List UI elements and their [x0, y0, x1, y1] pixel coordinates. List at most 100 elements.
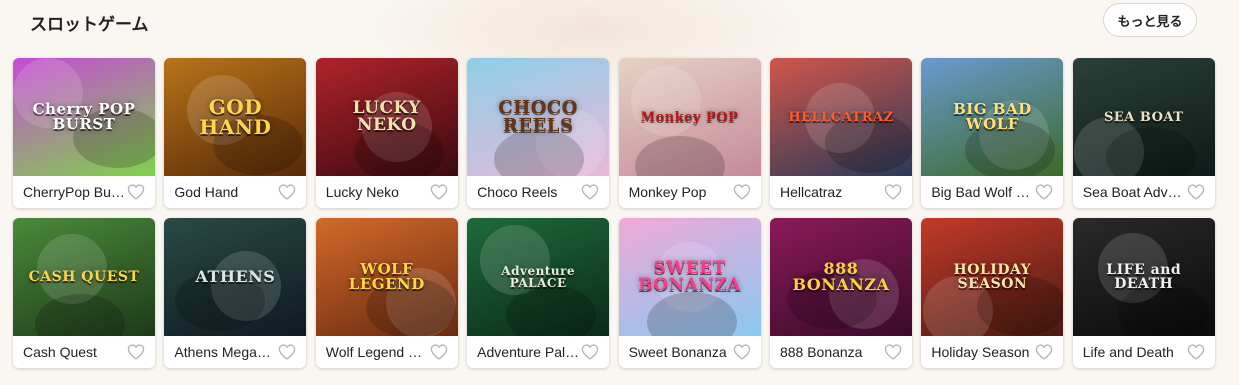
game-artwork-title: Monkey POP	[640, 109, 739, 125]
game-artwork-title: HOLIDAY SEASON	[953, 262, 1032, 292]
game-card[interactable]: Cherry POP BURST CherryPop Bu…	[13, 58, 155, 208]
favorite-heart-icon[interactable]	[733, 184, 751, 200]
section-header: スロットゲーム もっと見る	[0, 0, 1239, 44]
favorite-heart-icon[interactable]	[733, 344, 751, 360]
game-card-footer: Wolf Legend …	[316, 336, 458, 368]
game-artwork-title: Adventure PALACE	[501, 264, 576, 290]
game-artwork-title: HELLCATRAZ	[788, 109, 894, 125]
favorite-heart-icon[interactable]	[1187, 184, 1205, 200]
game-name: Sweet Bonanza	[628, 344, 727, 360]
game-artwork-title: GOD HAND	[199, 95, 272, 139]
game-card[interactable]: 888 BONANZA 888 Bonanza	[769, 218, 912, 368]
game-grid: Cherry POP BURST CherryPop Bu… GOD HAND God…	[13, 58, 1215, 368]
game-card-footer: Holiday Season	[921, 336, 1063, 368]
game-card-footer: Cash Quest	[13, 336, 155, 368]
favorite-heart-icon[interactable]	[1187, 344, 1205, 360]
game-card[interactable]: CHOCO REELS Choco Reels	[467, 58, 610, 208]
game-thumbnail[interactable]: LUCKY NEKO	[315, 58, 458, 176]
game-name: God Hand	[174, 184, 239, 200]
game-card-footer: Big Bad Wolf …	[921, 176, 1063, 208]
game-artwork-title: LUCKY NEKO	[352, 98, 421, 135]
game-name: Wolf Legend …	[325, 344, 423, 360]
game-name: Adventure Pal…	[477, 344, 580, 360]
game-card-footer: 888 Bonanza	[770, 336, 912, 368]
game-artwork-title: BIG BAD WOLF	[953, 100, 1032, 133]
favorite-heart-icon[interactable]	[1035, 184, 1053, 200]
game-thumbnail[interactable]: SEA BOAT	[1072, 58, 1215, 176]
game-thumbnail[interactable]: ATHENS	[164, 218, 307, 336]
game-card-footer: CherryPop Bu…	[13, 176, 155, 208]
artwork-shadow	[646, 292, 737, 336]
favorite-heart-icon[interactable]	[581, 184, 599, 200]
game-name: 888 Bonanza	[779, 344, 863, 360]
game-card[interactable]: LIFE and DEATH Life and Death	[1072, 218, 1215, 368]
game-card-footer: Monkey Pop	[619, 176, 761, 208]
favorite-heart-icon[interactable]	[127, 184, 145, 200]
game-card[interactable]: CASH QUEST Cash Quest	[13, 218, 155, 368]
artwork-shadow	[35, 294, 125, 336]
favorite-heart-icon[interactable]	[278, 344, 296, 360]
game-artwork-title: CHOCO REELS	[498, 97, 578, 136]
game-thumbnail[interactable]: GOD HAND	[164, 58, 307, 176]
game-thumbnail[interactable]: HELLCATRAZ	[769, 58, 912, 176]
game-thumbnail[interactable]: LIFE and DEATH	[1072, 218, 1215, 336]
see-more-button[interactable]: もっと見る	[1103, 3, 1197, 37]
favorite-heart-icon[interactable]	[430, 344, 448, 360]
game-card-footer: Choco Reels	[467, 176, 609, 208]
artwork-shadow	[506, 285, 597, 336]
game-card-footer: Athens Mega…	[164, 336, 306, 368]
favorite-heart-icon[interactable]	[278, 184, 296, 200]
game-card[interactable]: ATHENS Athens Mega…	[164, 218, 307, 368]
favorite-heart-icon[interactable]	[430, 184, 448, 200]
game-artwork-title: 888 BONANZA	[792, 259, 890, 294]
game-artwork-title: CASH QUEST	[28, 269, 140, 285]
game-card[interactable]: Monkey POP Monkey Pop	[618, 58, 761, 208]
game-name: Lucky Neko	[325, 184, 399, 200]
game-thumbnail[interactable]: Adventure PALACE	[467, 218, 610, 336]
game-card-footer: Sweet Bonanza	[619, 336, 761, 368]
game-card[interactable]: LUCKY NEKO Lucky Neko	[315, 58, 458, 208]
game-thumbnail[interactable]: Monkey POP	[618, 58, 761, 176]
game-card[interactable]: WOLF LEGEND Wolf Legend …	[315, 218, 458, 368]
game-artwork-title: ATHENS	[195, 267, 276, 286]
game-name: Sea Boat Adv…	[1082, 184, 1182, 200]
game-card-footer: Lucky Neko	[316, 176, 458, 208]
game-card[interactable]: GOD HAND God Hand	[164, 58, 307, 208]
artwork-glow	[630, 66, 701, 136]
game-thumbnail[interactable]: Cherry POP BURST	[13, 58, 155, 176]
game-card[interactable]: BIG BAD WOLF Big Bad Wolf …	[921, 58, 1064, 208]
artwork-shadow	[1105, 127, 1196, 176]
favorite-heart-icon[interactable]	[581, 344, 599, 360]
game-card[interactable]: SWEET BONANZA Sweet Bonanza	[618, 218, 761, 368]
game-card-footer: Hellcatraz	[770, 176, 912, 208]
favorite-heart-icon[interactable]	[127, 344, 145, 360]
section-title: スロットゲーム	[30, 15, 149, 34]
game-card-footer: Adventure Pal…	[467, 336, 609, 368]
artwork-shadow	[634, 136, 725, 176]
game-name: Cash Quest	[23, 344, 97, 360]
favorite-heart-icon[interactable]	[1035, 344, 1053, 360]
game-name: Hellcatraz	[779, 184, 843, 200]
game-card-footer: God Hand	[164, 176, 306, 208]
game-card[interactable]: HELLCATRAZ Hellcatraz	[769, 58, 912, 208]
game-card[interactable]: HOLIDAY SEASON Holiday Season	[921, 218, 1064, 368]
game-name: Athens Mega…	[174, 344, 271, 360]
game-thumbnail[interactable]: CASH QUEST	[13, 218, 155, 336]
game-name: Monkey Pop	[628, 184, 707, 200]
favorite-heart-icon[interactable]	[884, 184, 902, 200]
game-name: Big Bad Wolf …	[931, 184, 1030, 200]
game-name: Choco Reels	[477, 184, 558, 200]
game-thumbnail[interactable]: HOLIDAY SEASON	[921, 218, 1064, 336]
game-thumbnail[interactable]: WOLF LEGEND	[315, 218, 458, 336]
game-name: Life and Death	[1082, 344, 1174, 360]
game-card[interactable]: SEA BOAT Sea Boat Adv…	[1072, 58, 1215, 208]
game-thumbnail[interactable]: 888 BONANZA	[769, 218, 912, 336]
game-thumbnail[interactable]: SWEET BONANZA	[618, 218, 761, 336]
game-thumbnail[interactable]: CHOCO REELS	[467, 58, 610, 176]
game-thumbnail[interactable]: BIG BAD WOLF	[921, 58, 1064, 176]
game-card-footer: Sea Boat Adv…	[1073, 176, 1215, 208]
favorite-heart-icon[interactable]	[884, 344, 902, 360]
game-card[interactable]: Adventure PALACE Adventure Pal…	[467, 218, 610, 368]
game-name: Holiday Season	[931, 344, 1030, 360]
game-artwork-title: Cherry POP BURST	[32, 100, 136, 133]
